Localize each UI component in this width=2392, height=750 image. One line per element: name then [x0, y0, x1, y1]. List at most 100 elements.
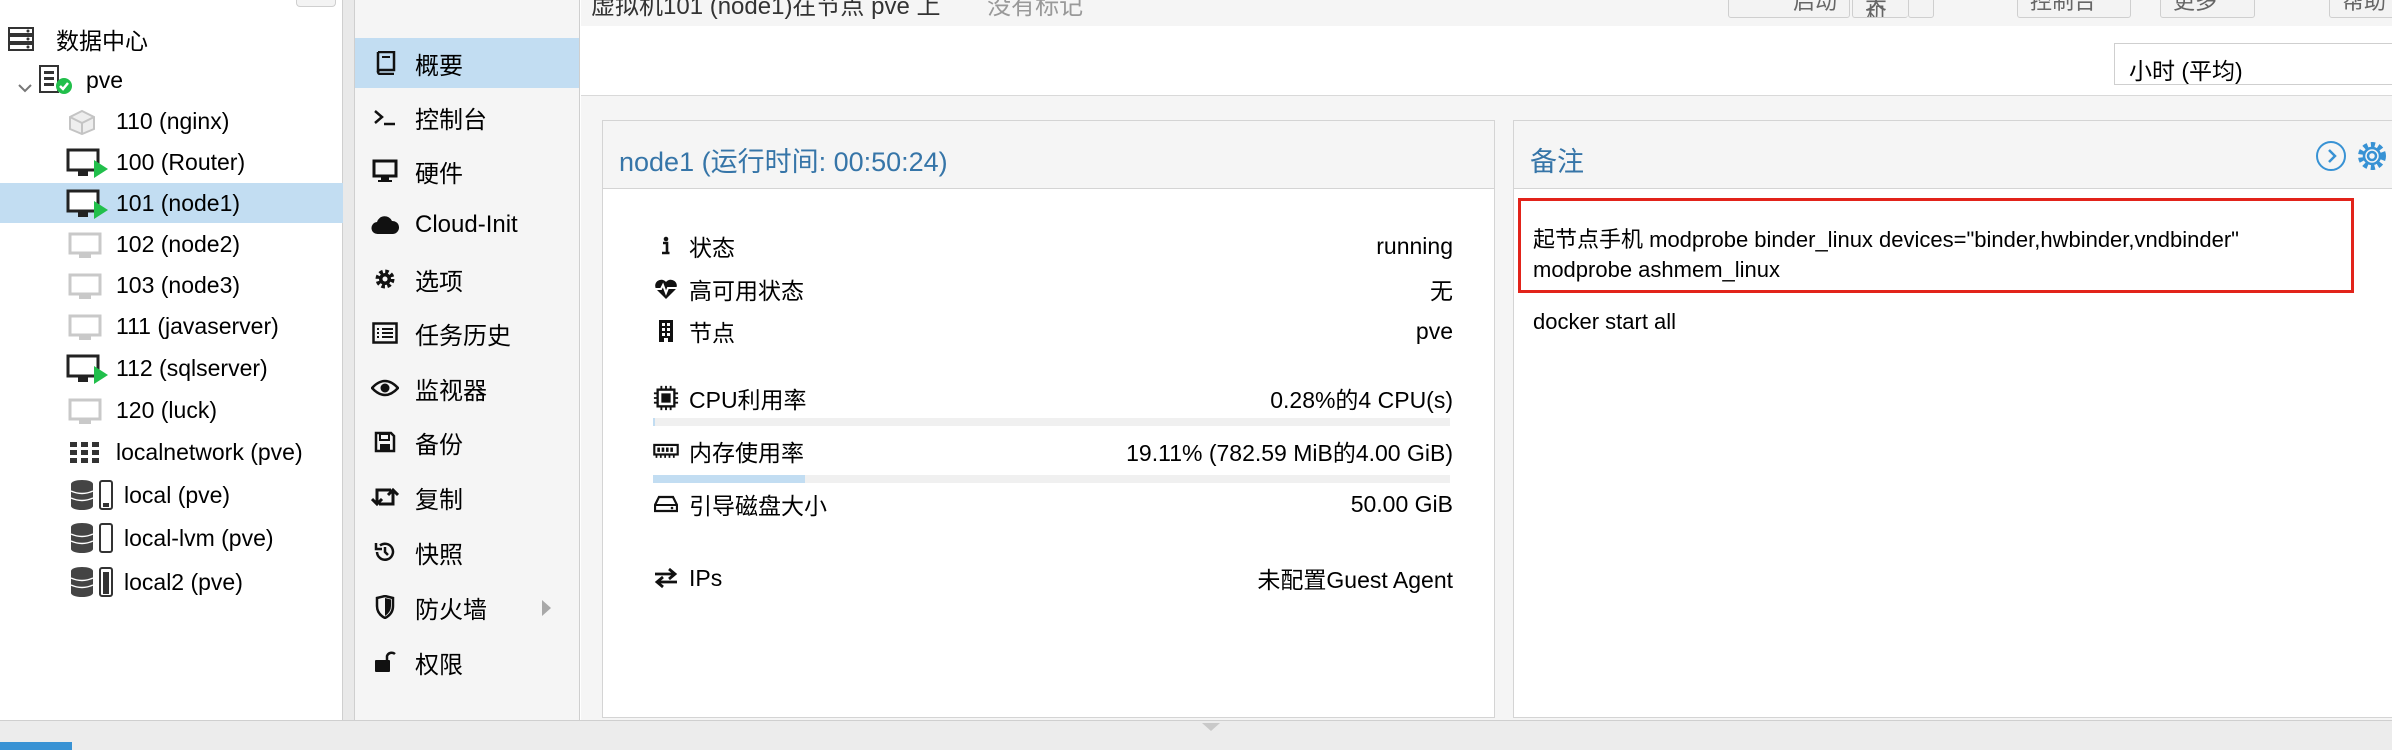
nav-item-firewall[interactable]: 防火墙 [355, 582, 579, 632]
tree-item-storage-local[interactable]: local (pve) [0, 475, 343, 515]
cpu-usage-bar [653, 418, 1450, 426]
tree-item-vm-102[interactable]: 102 (node2) [0, 224, 343, 264]
task-log-bar[interactable] [0, 720, 2392, 750]
status-panel: node1 (运行时间: 00:50:24) 状态 running 高可用状态 … [602, 120, 1495, 718]
chevron-down-icon[interactable] [18, 72, 32, 99]
retweet-icon [355, 486, 415, 508]
tree-item-vm-110[interactable]: 110 (nginx) [0, 101, 343, 141]
status-row-memory: 内存使用率 19.11% (782.59 MiB的4.00 GiB) [653, 434, 1453, 468]
tree-item-storage-local-lvm[interactable]: local-lvm (pve) [0, 518, 343, 558]
tree-item-vm-100[interactable]: 100 (Router) [0, 142, 343, 182]
notes-line-3: docker start all [1533, 309, 1677, 334]
nav-item-hardware[interactable]: 硬件 [355, 146, 579, 196]
vm-nav-menu: 概要 控制台 硬件 Cloud-Init 选项 任务历史 监视器 备份 复制 快… [355, 0, 580, 720]
start-button[interactable]: 启动 [1728, 0, 1850, 18]
tree-label: 112 (sqlserver) [116, 354, 268, 381]
nav-label: 概要 [415, 52, 463, 80]
network-grid-icon [70, 442, 100, 470]
building-icon [653, 319, 679, 343]
notes-panel: 备注 起节点手机 modprobe binder_linux devices="… [1513, 120, 2392, 718]
cpu-chip-icon [653, 384, 679, 412]
tree-label: local-lvm (pve) [124, 524, 274, 551]
nav-item-backup[interactable]: 备份 [355, 417, 579, 467]
vm-stopped-icon [68, 398, 102, 432]
notes-line-2: modprobe ashmem_linux [1533, 257, 1781, 282]
storage-icon [70, 522, 118, 560]
heartbeat-icon [653, 278, 679, 300]
status-value-ips: 未配置Guest Agent [1257, 567, 1453, 593]
nav-item-console[interactable]: 控制台 [355, 92, 579, 142]
cloud-icon [355, 215, 415, 235]
tree-item-storage-local2[interactable]: local2 (pve) [0, 562, 343, 602]
tags-label: 没有标记 [987, 0, 1084, 20]
submenu-arrow-icon[interactable] [542, 600, 551, 616]
expand-log-icon[interactable] [1202, 723, 1220, 731]
collapse-panel-icon[interactable] [2316, 141, 2346, 171]
status-row-ha: 高可用状态 无 [653, 272, 1453, 306]
nav-label: 监视器 [415, 377, 487, 405]
tree-label: 102 (node2) [116, 230, 241, 257]
nav-item-task-history[interactable]: 任务历史 [355, 308, 579, 358]
shield-icon [355, 595, 415, 619]
hdd-icon [653, 495, 679, 513]
tree-item-vm-112[interactable]: 112 (sqlserver) [0, 348, 343, 388]
status-row-node: 节点 pve [653, 314, 1453, 348]
vm-stopped-icon [68, 273, 102, 307]
nav-item-options[interactable]: 选项 [355, 254, 579, 304]
task-log-tab[interactable] [0, 742, 72, 750]
tree-item-vm-111[interactable]: 111 (javaserver) [0, 306, 343, 346]
status-value-node: pve [1415, 317, 1453, 344]
nav-label: 权限 [415, 651, 463, 679]
tree-item-vm-103[interactable]: 103 (node3) [0, 265, 343, 305]
terminal-icon [355, 107, 415, 127]
shutdown-menu-button[interactable] [1908, 0, 1934, 18]
nav-label: 硬件 [415, 160, 463, 188]
nav-item-summary[interactable]: 概要 [355, 38, 579, 88]
desktop-icon [355, 159, 415, 183]
nav-item-cloud-init[interactable]: Cloud-Init [355, 200, 579, 250]
vm-running-icon [66, 148, 110, 184]
floppy-icon [355, 431, 415, 453]
nav-item-snapshots[interactable]: 快照 [355, 527, 579, 577]
tree-label: 101 (node1) [116, 189, 241, 216]
vm-running-icon [66, 189, 110, 225]
tree-item-node-pve[interactable]: pve [0, 60, 343, 100]
eye-icon [355, 379, 415, 397]
tree-item-localnetwork[interactable]: localnetwork (pve) [0, 432, 343, 472]
panel-splitter[interactable] [343, 0, 355, 720]
cpu-usage-bar-fill [653, 418, 656, 426]
server-stack-icon [8, 27, 34, 57]
tree-toolbar-button[interactable] [296, 0, 336, 7]
tree-item-vm-101[interactable]: 101 (node1) [0, 183, 343, 223]
memory-usage-bar-fill [653, 475, 806, 483]
unlock-icon [355, 650, 415, 674]
tree-label: 103 (node3) [116, 271, 241, 298]
nav-item-replication[interactable]: 复制 [355, 472, 579, 522]
memory-icon [653, 442, 679, 460]
status-row-ips: IPs 未配置Guest Agent [653, 561, 1453, 595]
vm-stopped-icon [68, 232, 102, 266]
nav-label: 控制台 [415, 106, 487, 134]
status-panel-title: node1 (运行时间: 00:50:24) [603, 121, 1494, 189]
notes-line-1: 起节点手机 modprobe binder_linux devices="bin… [1533, 227, 2239, 252]
more-button[interactable]: 更多 [2160, 0, 2255, 18]
tree-label-datacenter: 数据中心 [56, 28, 148, 54]
nav-label: 快照 [415, 541, 463, 569]
notes-title: 备注 [1530, 147, 1584, 177]
nav-item-monitor[interactable]: 监视器 [355, 363, 579, 413]
gear-icon[interactable] [2356, 140, 2388, 179]
help-button[interactable]: 帮助 [2329, 0, 2392, 18]
resource-tree: 数据中心 pve 110 (nginx) 100 (Router) 101 (n… [0, 0, 343, 720]
node-online-icon [38, 64, 76, 102]
book-icon [355, 51, 415, 75]
tree-item-vm-120[interactable]: 120 (luck) [0, 390, 343, 430]
nav-label: 任务历史 [415, 322, 511, 350]
console-button[interactable]: 控制台 [2017, 0, 2131, 18]
history-icon [355, 540, 415, 564]
status-value-memory: 19.11% (782.59 MiB的4.00 GiB) [1126, 440, 1453, 466]
nav-item-permissions[interactable]: 权限 [355, 637, 579, 687]
tree-label-node: pve [86, 66, 124, 93]
shutdown-button[interactable]: 关机 [1852, 0, 1908, 18]
tree-item-datacenter[interactable]: 数据中心 [0, 19, 343, 59]
timeframe-select[interactable]: 小时 (平均) [2114, 43, 2392, 85]
